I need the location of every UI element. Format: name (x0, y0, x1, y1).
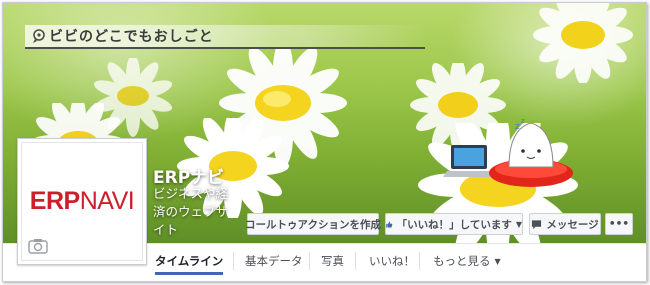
liked-label: 「いいね！」しています (396, 218, 512, 231)
tab-timeline[interactable]: タイムライン (155, 244, 224, 278)
cover-banner-text: ビビのどこでもおしごと (49, 29, 214, 45)
chevron-down-icon: ▼ (494, 256, 501, 266)
tab-divider (419, 252, 420, 270)
more-options-button[interactable]: ••• (605, 213, 633, 235)
tab-about[interactable]: 基本データ (245, 244, 303, 278)
tab-label: 写真 (321, 254, 344, 268)
tab-label: もっと見る (433, 254, 491, 268)
camera-icon[interactable] (28, 238, 48, 254)
tab-photos[interactable]: 写真 (321, 244, 344, 278)
tab-likes[interactable]: いいね！ (369, 244, 415, 278)
facebook-page-header: ビビのどこでもおしごと z z ERPNAVI ERPナビ ビジネスや経 済のウ… (2, 2, 647, 282)
message-label: メッセージ (546, 218, 599, 231)
svg-text:z: z (521, 117, 525, 125)
create-call-to-action-button[interactable]: コールトゥアクションを作成 (245, 213, 381, 235)
svg-text:z: z (515, 122, 520, 132)
erp-navi-logo: ERPNAVI (29, 187, 135, 216)
tab-divider (233, 252, 234, 270)
tab-divider (309, 252, 310, 270)
chevron-down-icon: ▼ (515, 219, 522, 229)
message-icon (532, 219, 542, 229)
more-options-label: ••• (608, 218, 630, 230)
message-button[interactable]: メッセージ (529, 213, 601, 235)
mascot-illustration: z z (443, 115, 583, 209)
create-call-to-action-label: コールトゥアクションを作成 (245, 218, 381, 231)
tab-label: いいね！ (369, 254, 415, 268)
tab-label: 基本データ (245, 254, 303, 268)
tab-label: タイムライン (155, 254, 224, 268)
profile-picture[interactable]: ERPNAVI (17, 138, 147, 265)
logo-part2: NAVI (79, 187, 135, 215)
tab-divider (355, 252, 356, 270)
logo-part1: ERP (29, 187, 80, 215)
daisy-flower (523, 3, 643, 85)
tab-more[interactable]: もっと見る ▼ (433, 244, 501, 278)
page-category-line: イト (153, 222, 179, 237)
location-pin-icon (33, 29, 45, 43)
profile-picture-frame: ERPNAVI (21, 142, 143, 261)
page-category: ビジネスや経 済のウェブサ イト (153, 185, 248, 239)
cover-banner: ビビのどこでもおしごと (25, 25, 425, 49)
liked-button[interactable]: 「いいね！」しています ▼ (385, 213, 523, 235)
page-category-line: ビジネスや経 (153, 186, 229, 201)
page-category-line: 済のウェブサ (153, 204, 229, 219)
thumbs-up-icon (386, 221, 393, 228)
